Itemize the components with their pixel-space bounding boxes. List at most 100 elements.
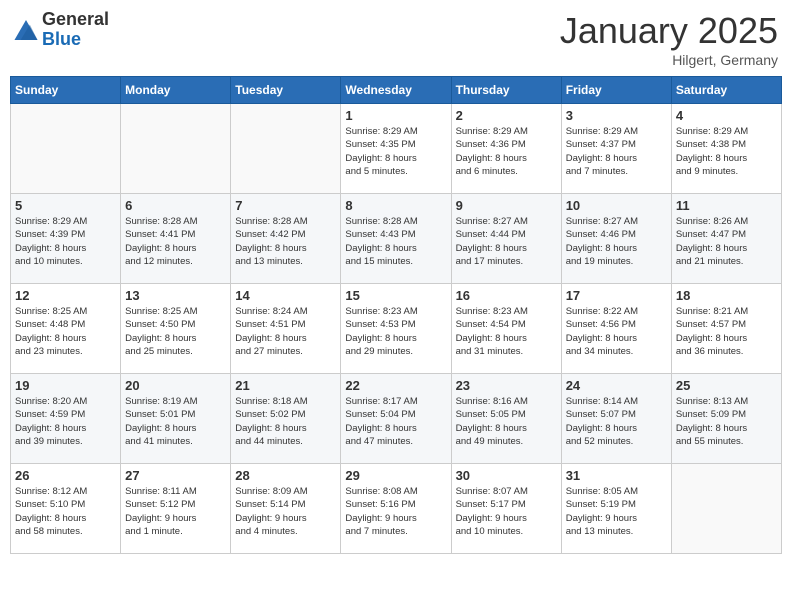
calendar-cell: 4Sunrise: 8:29 AM Sunset: 4:38 PM Daylig… xyxy=(671,104,781,194)
day-number: 26 xyxy=(15,468,116,483)
calendar-cell: 13 Sunrise: 8:25 AM Sunset: 4:50 PM Dayli… xyxy=(121,284,231,374)
calendar-cell xyxy=(11,104,121,194)
day-info: Sunrise: 8:23 AM Sunset: 4:54 PM Dayligh… xyxy=(456,305,557,358)
calendar-cell: 16Sunrise: 8:23 AM Sunset: 4:54 PM Dayli… xyxy=(451,284,561,374)
calendar-cell: 9 Sunrise: 8:27 AM Sunset: 4:44 PM Daylig… xyxy=(451,194,561,284)
day-info: Sunrise: 8:07 AM Sunset: 5:17 PM Dayligh… xyxy=(456,485,557,538)
week-row-3: 12 Sunrise: 8:25 AM Sunset: 4:48 PM Dayli… xyxy=(11,284,782,374)
month-title: January 2025 xyxy=(560,10,778,52)
weekday-header-wednesday: Wednesday xyxy=(341,77,451,104)
day-info: Sunrise: 8:28 AM Sunset: 4:41 PM Dayligh… xyxy=(125,215,226,268)
calendar-cell: 19Sunrise: 8:20 AM Sunset: 4:59 PM Dayli… xyxy=(11,374,121,464)
day-number: 1 xyxy=(345,108,446,123)
day-number: 2 xyxy=(456,108,557,123)
day-info: Sunrise: 8:18 AM Sunset: 5:02 PM Dayligh… xyxy=(235,395,336,448)
week-row-2: 5 Sunrise: 8:29 AM Sunset: 4:39 PM Daylig… xyxy=(11,194,782,284)
day-number: 14 xyxy=(235,288,336,303)
day-number: 19 xyxy=(15,378,116,393)
calendar-cell xyxy=(231,104,341,194)
calendar-cell: 1 Sunrise: 8:29 AM Sunset: 4:35 PM Daylig… xyxy=(341,104,451,194)
day-number: 25 xyxy=(676,378,777,393)
calendar-cell xyxy=(121,104,231,194)
day-number: 5 xyxy=(15,198,116,213)
day-number: 8 xyxy=(345,198,446,213)
day-info: Sunrise: 8:28 AM Sunset: 4:43 PM Dayligh… xyxy=(345,215,446,268)
day-number: 7 xyxy=(235,198,336,213)
day-number: 12 xyxy=(15,288,116,303)
day-info: Sunrise: 8:08 AM Sunset: 5:16 PM Dayligh… xyxy=(345,485,446,538)
day-number: 13 xyxy=(125,288,226,303)
logo-text: General Blue xyxy=(42,10,109,50)
calendar-cell: 23 Sunrise: 8:16 AM Sunset: 5:05 PM Dayli… xyxy=(451,374,561,464)
calendar-cell: 27 Sunrise: 8:11 AM Sunset: 5:12 PM Dayli… xyxy=(121,464,231,554)
day-info: Sunrise: 8:27 AM Sunset: 4:46 PM Dayligh… xyxy=(566,215,667,268)
day-number: 31 xyxy=(566,468,667,483)
title-block: January 2025 Hilgert, Germany xyxy=(560,10,778,68)
day-number: 4 xyxy=(676,108,777,123)
weekday-header-friday: Friday xyxy=(561,77,671,104)
week-row-5: 26 Sunrise: 8:12 AM Sunset: 5:10 PM Dayli… xyxy=(11,464,782,554)
week-row-1: 1 Sunrise: 8:29 AM Sunset: 4:35 PM Daylig… xyxy=(11,104,782,194)
calendar-cell: 15Sunrise: 8:23 AM Sunset: 4:53 PM Dayli… xyxy=(341,284,451,374)
day-info: Sunrise: 8:25 AM Sunset: 4:50 PM Dayligh… xyxy=(125,305,226,358)
day-info: Sunrise: 8:16 AM Sunset: 5:05 PM Dayligh… xyxy=(456,395,557,448)
calendar-cell: 30Sunrise: 8:07 AM Sunset: 5:17 PM Dayli… xyxy=(451,464,561,554)
day-info: Sunrise: 8:14 AM Sunset: 5:07 PM Dayligh… xyxy=(566,395,667,448)
calendar-table: SundayMondayTuesdayWednesdayThursdayFrid… xyxy=(10,76,782,554)
weekday-header-tuesday: Tuesday xyxy=(231,77,341,104)
calendar-cell: 6Sunrise: 8:28 AM Sunset: 4:41 PM Daylig… xyxy=(121,194,231,284)
calendar-cell xyxy=(671,464,781,554)
calendar-cell: 21 Sunrise: 8:18 AM Sunset: 5:02 PM Dayli… xyxy=(231,374,341,464)
week-row-4: 19Sunrise: 8:20 AM Sunset: 4:59 PM Dayli… xyxy=(11,374,782,464)
weekday-header-row: SundayMondayTuesdayWednesdayThursdayFrid… xyxy=(11,77,782,104)
day-number: 18 xyxy=(676,288,777,303)
day-info: Sunrise: 8:17 AM Sunset: 5:04 PM Dayligh… xyxy=(345,395,446,448)
day-info: Sunrise: 8:22 AM Sunset: 4:56 PM Dayligh… xyxy=(566,305,667,358)
location-subtitle: Hilgert, Germany xyxy=(560,52,778,68)
day-info: Sunrise: 8:27 AM Sunset: 4:44 PM Dayligh… xyxy=(456,215,557,268)
day-info: Sunrise: 8:29 AM Sunset: 4:35 PM Dayligh… xyxy=(345,125,446,178)
calendar-cell: 31 Sunrise: 8:05 AM Sunset: 5:19 PM Dayli… xyxy=(561,464,671,554)
logo-general-text: General xyxy=(42,10,109,30)
day-info: Sunrise: 8:23 AM Sunset: 4:53 PM Dayligh… xyxy=(345,305,446,358)
calendar-cell: 10Sunrise: 8:27 AM Sunset: 4:46 PM Dayli… xyxy=(561,194,671,284)
day-number: 3 xyxy=(566,108,667,123)
calendar-cell: 8 Sunrise: 8:28 AM Sunset: 4:43 PM Daylig… xyxy=(341,194,451,284)
day-info: Sunrise: 8:25 AM Sunset: 4:48 PM Dayligh… xyxy=(15,305,116,358)
day-info: Sunrise: 8:11 AM Sunset: 5:12 PM Dayligh… xyxy=(125,485,226,538)
calendar-cell: 11Sunrise: 8:26 AM Sunset: 4:47 PM Dayli… xyxy=(671,194,781,284)
day-info: Sunrise: 8:19 AM Sunset: 5:01 PM Dayligh… xyxy=(125,395,226,448)
day-number: 20 xyxy=(125,378,226,393)
day-info: Sunrise: 8:13 AM Sunset: 5:09 PM Dayligh… xyxy=(676,395,777,448)
logo-icon xyxy=(14,20,38,40)
day-info: Sunrise: 8:05 AM Sunset: 5:19 PM Dayligh… xyxy=(566,485,667,538)
weekday-header-saturday: Saturday xyxy=(671,77,781,104)
day-info: Sunrise: 8:29 AM Sunset: 4:36 PM Dayligh… xyxy=(456,125,557,178)
weekday-header-thursday: Thursday xyxy=(451,77,561,104)
day-number: 27 xyxy=(125,468,226,483)
day-number: 17 xyxy=(566,288,667,303)
day-number: 29 xyxy=(345,468,446,483)
calendar-cell: 25 Sunrise: 8:13 AM Sunset: 5:09 PM Dayli… xyxy=(671,374,781,464)
page-header: General Blue January 2025 Hilgert, Germa… xyxy=(10,10,782,68)
calendar-cell: 14 Sunrise: 8:24 AM Sunset: 4:51 PM Dayli… xyxy=(231,284,341,374)
calendar-cell: 3Sunrise: 8:29 AM Sunset: 4:37 PM Daylig… xyxy=(561,104,671,194)
day-number: 21 xyxy=(235,378,336,393)
weekday-header-monday: Monday xyxy=(121,77,231,104)
calendar-cell: 18Sunrise: 8:21 AM Sunset: 4:57 PM Dayli… xyxy=(671,284,781,374)
calendar-cell: 28Sunrise: 8:09 AM Sunset: 5:14 PM Dayli… xyxy=(231,464,341,554)
weekday-header-sunday: Sunday xyxy=(11,77,121,104)
day-number: 9 xyxy=(456,198,557,213)
calendar-cell: 12 Sunrise: 8:25 AM Sunset: 4:48 PM Dayli… xyxy=(11,284,121,374)
calendar-cell: 29 Sunrise: 8:08 AM Sunset: 5:16 PM Dayli… xyxy=(341,464,451,554)
day-number: 22 xyxy=(345,378,446,393)
calendar-cell: 26 Sunrise: 8:12 AM Sunset: 5:10 PM Dayli… xyxy=(11,464,121,554)
day-info: Sunrise: 8:24 AM Sunset: 4:51 PM Dayligh… xyxy=(235,305,336,358)
logo-blue-text: Blue xyxy=(42,30,109,50)
day-info: Sunrise: 8:09 AM Sunset: 5:14 PM Dayligh… xyxy=(235,485,336,538)
day-number: 23 xyxy=(456,378,557,393)
day-info: Sunrise: 8:12 AM Sunset: 5:10 PM Dayligh… xyxy=(15,485,116,538)
day-info: Sunrise: 8:29 AM Sunset: 4:39 PM Dayligh… xyxy=(15,215,116,268)
day-number: 11 xyxy=(676,198,777,213)
calendar-cell: 2 Sunrise: 8:29 AM Sunset: 4:36 PM Daylig… xyxy=(451,104,561,194)
